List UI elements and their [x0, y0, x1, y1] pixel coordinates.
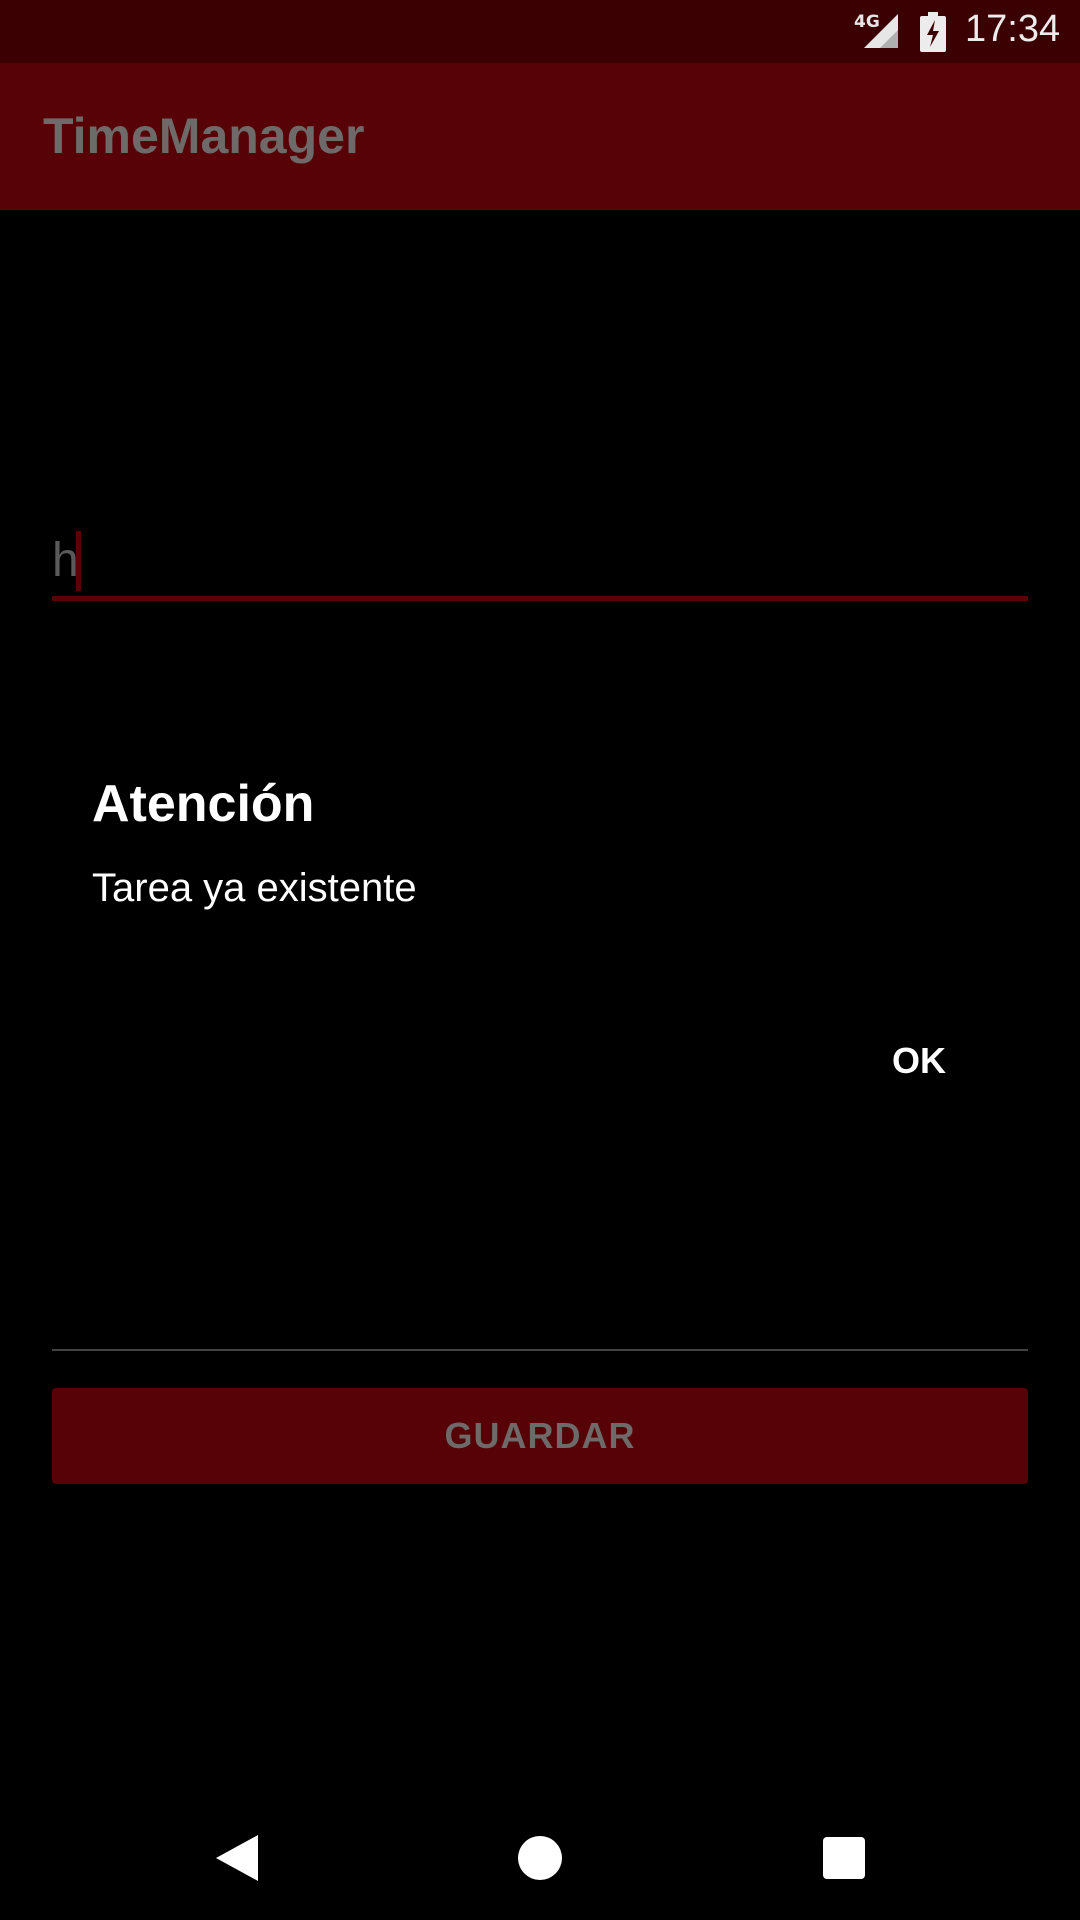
- app-title: TimeManager: [43, 108, 365, 164]
- home-icon[interactable]: [518, 1836, 562, 1880]
- save-button[interactable]: GUARDAR: [52, 1388, 1028, 1484]
- status-bar: 4G 17:34: [0, 0, 1080, 63]
- second-input-underline: [52, 1349, 1028, 1351]
- text-cursor: [76, 531, 81, 591]
- battery-charging-icon: [920, 12, 946, 52]
- app-bar: TimeManager: [0, 63, 1080, 210]
- dialog-title: Atención: [92, 775, 315, 833]
- input-underline: [52, 596, 1028, 601]
- alert-dialog: Atención Tarea ya existente OK: [52, 740, 1028, 1110]
- ok-button[interactable]: OK: [892, 1040, 946, 1082]
- task-name-value: h: [52, 534, 79, 587]
- back-icon[interactable]: [214, 1833, 260, 1883]
- clock: 17:34: [965, 8, 1061, 50]
- dialog-message: Tarea ya existente: [92, 866, 417, 910]
- task-name-input[interactable]: h: [52, 525, 1028, 605]
- signal-icon: [864, 14, 898, 48]
- recent-apps-icon[interactable]: [823, 1837, 865, 1879]
- navigation-bar: [0, 1800, 1080, 1920]
